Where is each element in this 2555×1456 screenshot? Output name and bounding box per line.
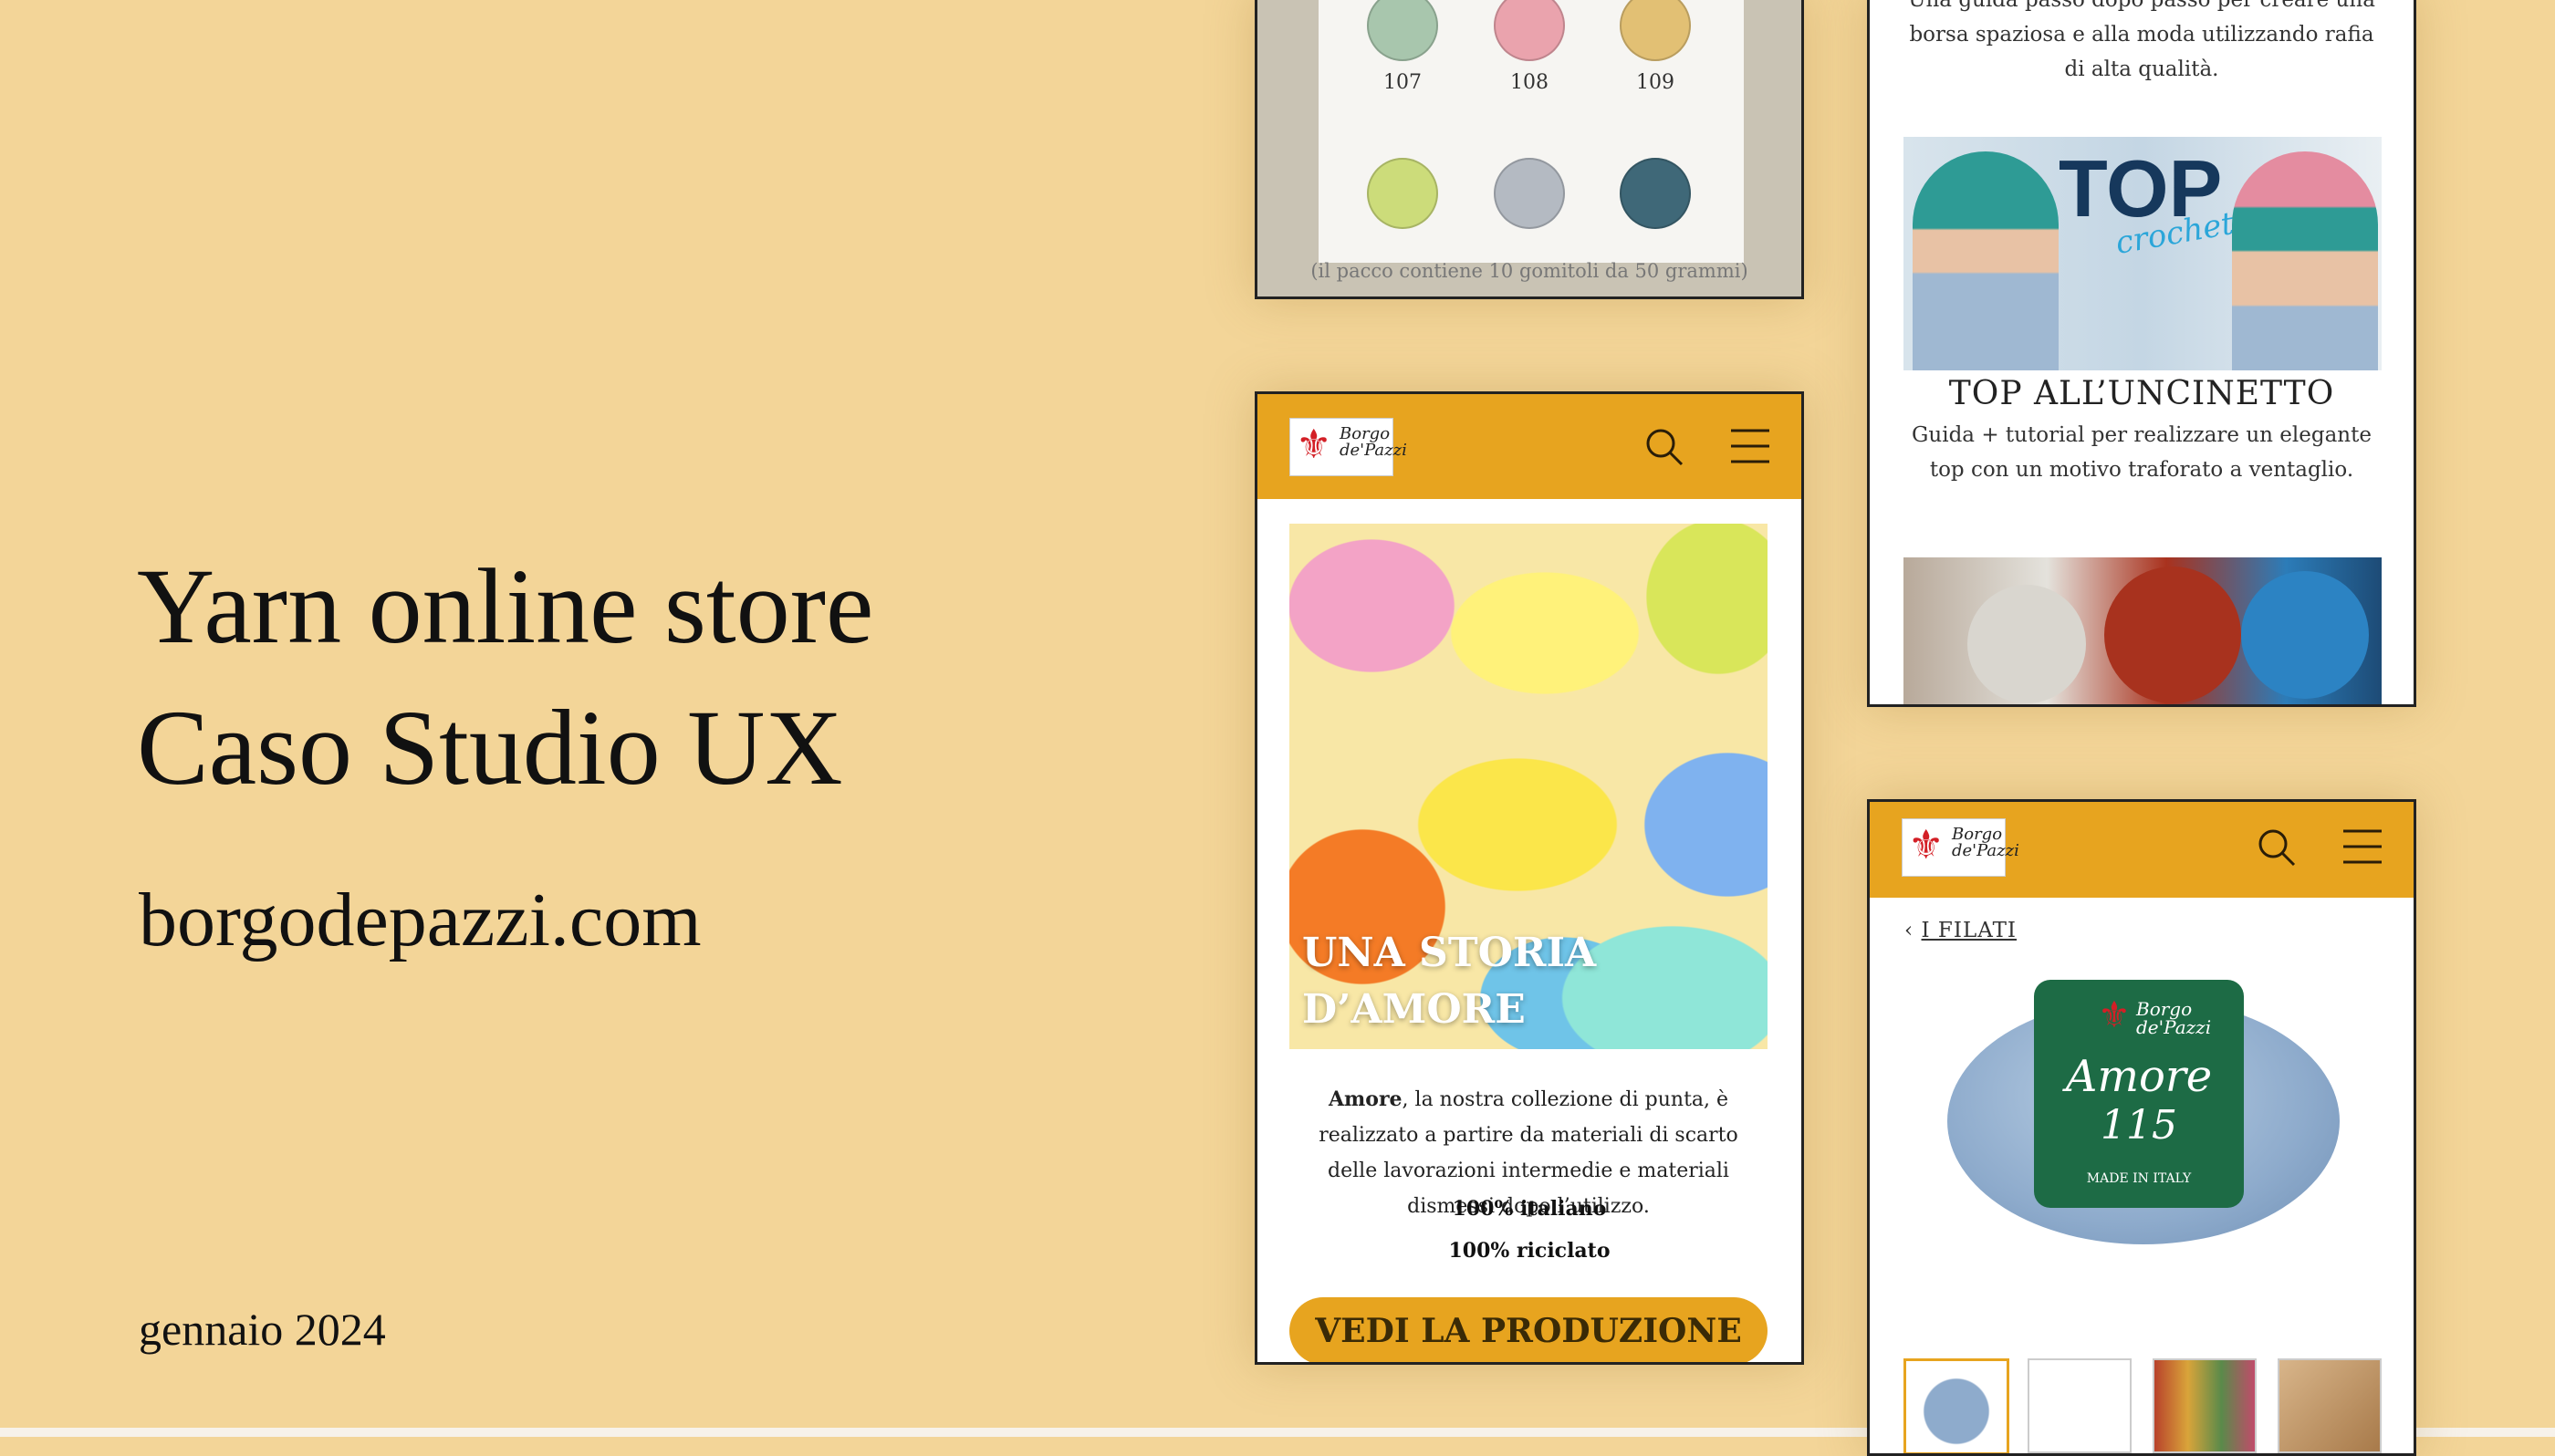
logo-text: Borgo de'Pazzi [1952,825,2019,860]
cover-title-line2: Caso Studio UX [137,688,843,807]
hero-title-line1: UNA STORIA [1302,930,1597,976]
menu-icon[interactable] [2341,827,2383,866]
bear-blue [2241,571,2369,699]
search-icon[interactable] [2257,827,2297,868]
menu-icon[interactable] [1729,427,1771,465]
logo-text: Borgo de'Pazzi [1340,424,1407,460]
label-brand: Borgo de'Pazzi [2136,998,2212,1038]
guide-description: Guida + tutorial per realizzare un elega… [1912,423,2372,482]
top-crochet-thumbnail[interactable]: TOP crochet [1903,137,2382,370]
swatch-number: 108 [1510,71,1549,94]
thumbnail-colors[interactable] [2153,1358,2257,1453]
chevron-left-icon: ‹ [1904,919,1914,942]
thumbnail-selected[interactable] [1903,1358,2009,1453]
cover-title-line1: Yarn online store [137,546,874,666]
hero-image[interactable]: UNA STORIA D’AMORE [1289,524,1768,1049]
logo[interactable]: ⚜ Borgo de'Pazzi [1902,818,2019,877]
cover-site: borgodepazzi.com [139,878,702,962]
swatch-107[interactable] [1367,0,1438,61]
hero-title: UNA STORIA D’AMORE [1302,925,1596,1038]
home-screen: ⚜ Borgo de'Pazzi UNA STORIA D’AMORE Amor… [1255,391,1804,1365]
model-front [1913,151,2059,370]
guides-screen: Una guida passo dopo passo per creare un… [1867,0,2416,707]
swatch-grey[interactable] [1494,158,1565,229]
thumbnail-label[interactable] [2028,1358,2132,1453]
breadcrumb[interactable]: ‹ I FILATI [1904,919,2017,942]
product-label: ⚜ Borgo de'Pazzi Amore 115 MADE IN ITALY [2034,980,2244,1208]
model-back [2232,151,2378,370]
breadcrumb-label: I FILATI [1921,919,2018,942]
bear-red [2104,567,2241,703]
swatch-number: 109 [1636,71,1674,94]
guide-title[interactable]: TOP ALL’UNCINETTO [1870,375,2414,412]
hero-title-line2: D’AMORE [1302,986,1526,1033]
thumbnail-balls[interactable] [2278,1358,2382,1453]
bear-grey [1967,585,2086,703]
header: ⚜ Borgo de'Pazzi [1257,394,1801,499]
search-icon[interactable] [1644,427,1684,467]
bag-guide-description: Una guida passo dopo passo per creare un… [1908,0,2375,81]
swatch-petrol[interactable] [1620,158,1691,229]
pack-note: (il pacco contiene 10 gomitoli da 50 gra… [1310,260,1748,282]
cover-date: gennaio 2024 [139,1304,386,1355]
see-production-button[interactable]: VEDI LA PRODUZIONE [1289,1297,1768,1362]
swatch-card-screen: 107 108 109 (il pacco contiene 10 gomito… [1255,0,1804,299]
swatch-number: 107 [1383,71,1422,94]
amigurumi-bears-thumbnail[interactable] [1903,557,2382,704]
fleur-de-lis-icon: ⚜ [1908,822,1945,868]
swatch-108[interactable] [1494,0,1565,61]
header: ⚜ Borgo de'Pazzi [1870,802,2414,898]
swatch-panel: 107 108 109 [1319,0,1744,263]
fleur-de-lis-icon: ⚜ [2098,994,2131,1036]
product-screen: ⚜ Borgo de'Pazzi ‹ I FILATI ⚜ Borgo de'P… [1867,799,2416,1456]
label-name: Amore [2065,1051,2213,1102]
label-number: 115 [2101,1102,2177,1149]
claim-italian: 100% italiano [1452,1197,1607,1221]
label-note: MADE IN ITALY [2086,1171,2192,1186]
swatch-yellow-green[interactable] [1367,158,1438,229]
fleur-de-lis-icon: ⚜ [1296,421,1332,468]
collection-name: Amore [1328,1087,1403,1111]
claim-recycled: 100% riciclato [1448,1239,1611,1263]
swatch-109[interactable] [1620,0,1691,61]
logo[interactable]: ⚜ Borgo de'Pazzi [1289,418,1407,476]
